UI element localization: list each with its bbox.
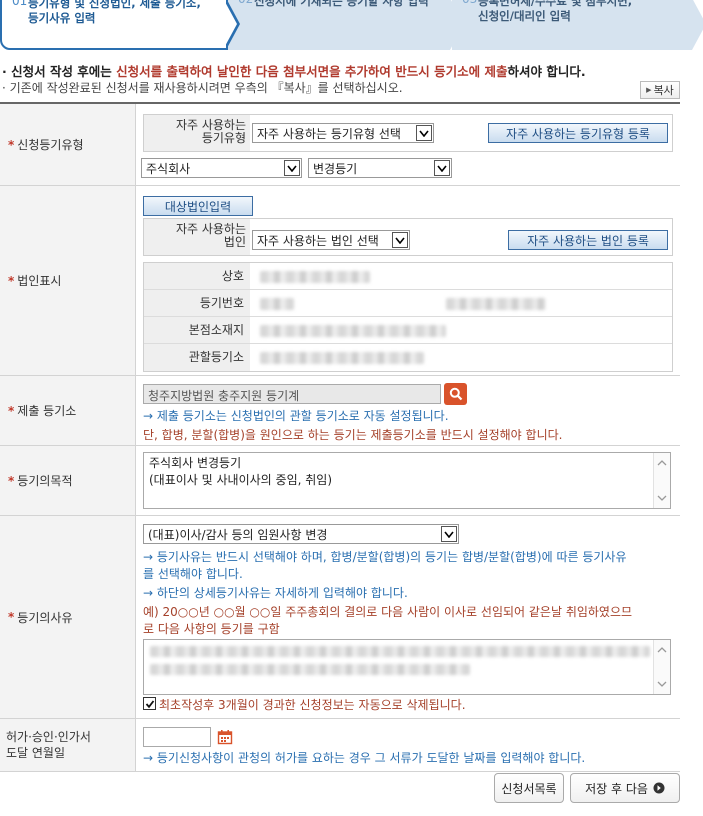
save-next-button[interactable]: 저장 후 다음	[570, 773, 680, 803]
reason-example-a: 예) 20○○년 ○○월 ○○일 주주총회의 결의로 다음 사람이 이사로 선임…	[143, 605, 633, 619]
step-2-line-1: 신청서에 기재되는 등기할 사항 입력	[254, 0, 429, 8]
row-approval-date: 허가·승인·인가서 도달 연월일 → 등기신청사항이 관청의 허가를 요하는 경…	[0, 719, 680, 772]
scrollbar[interactable]	[653, 640, 670, 694]
approval-date-note: → 등기신청사항이 관청의 허가를 요하는 경우 그 서류가 도달한 날짜를 입…	[143, 751, 586, 765]
label-reason: * 등기의사유	[0, 516, 136, 718]
label-registry-office: * 제출 등기소	[0, 376, 136, 445]
step-1-line-1: 등기유형 및 신청법인, 제출 등기소,	[28, 0, 201, 10]
corp-field-registry: 관할등기소	[144, 344, 672, 371]
auto-delete-label: 최초작성후 3개월이 경과한 신청정보는 자동으로 삭제됩니다.	[159, 698, 466, 712]
step-1-number: 01	[12, 0, 28, 8]
step-2-number: 02	[238, 0, 253, 6]
corp-field-address: 본점소재지	[144, 317, 672, 344]
submit-notice: · 신청서 작성 후에는 신청서를 출력하여 날인한 다음 첨부서면을 추가하여…	[2, 64, 586, 79]
label-approval-date: 허가·승인·인가서 도달 연월일	[0, 719, 136, 771]
approval-date-input[interactable]	[143, 727, 211, 747]
redacted-value	[260, 298, 294, 310]
step-arrow-2	[450, 0, 464, 50]
corp-field-reg-number: 등기번호	[144, 290, 672, 317]
step-3[interactable]: 03 등록면허세/수수료 및 첨부서면, 신청인/대리인 입력	[452, 0, 703, 50]
register-fav-type-button[interactable]: 자주 사용하는 등기유형 등록	[488, 123, 668, 143]
row-purpose: * 등기의목적 주식회사 변경등기 (대표이사 및 사내이사의 중임, 취임)	[0, 446, 680, 516]
row-reason: * 등기의사유 (대표)이사/감사 등의 임원사항 변경 → 등기사유는 반드시 …	[0, 516, 680, 719]
fav-type-label-2: 등기유형	[201, 131, 246, 145]
reason-note-1a: → 등기사유는 반드시 선택해야 하며, 합병/분할(합병)의 등기는 합병/분…	[143, 550, 627, 564]
registry-office-warning: 단, 합병, 분할(합병)을 원인으로 하는 등기는 제출등기소를 반드시 설정…	[143, 428, 563, 442]
triangle-right-icon: ▶	[646, 86, 652, 94]
redacted-value	[446, 298, 546, 310]
fav-corp-label-2: 법인	[223, 235, 246, 249]
redacted-value	[260, 325, 446, 337]
reason-select[interactable]: (대표)이사/감사 등의 임원사항 변경	[143, 524, 459, 544]
step-3-line-2: 신청인/대리인 입력	[478, 9, 571, 23]
redacted-value	[260, 271, 370, 283]
step-3-number: 03	[462, 0, 477, 6]
purpose-textarea[interactable]: 주식회사 변경등기 (대표이사 및 사내이사의 중임, 취임)	[143, 452, 671, 509]
redacted-value	[150, 646, 650, 657]
fav-registration-type-select[interactable]: 자주 사용하는 등기유형 선택	[252, 123, 434, 143]
registry-office-field[interactable]: 청주지방법원 충주지원 등기계	[143, 384, 441, 404]
auto-delete-checkbox[interactable]	[143, 697, 156, 710]
chevron-up-icon	[657, 460, 667, 466]
chevron-down-icon	[392, 232, 408, 248]
checkmark-icon	[145, 699, 154, 708]
application-list-button[interactable]: 신청서목록	[494, 773, 564, 803]
step-arrow-1-inner	[224, 0, 237, 48]
chevron-down-icon	[657, 495, 667, 501]
reason-example-b: 로 다음 사항의 등기를 구함	[143, 622, 280, 636]
step-1[interactable]: 01 등기유형 및 신청법인, 제출 등기소, 등기사유 입력	[0, 0, 228, 50]
row-registration-type: * 신청등기유형 자주 사용하는 등기유형 자주 사용하는 등기유형 선택 자주 …	[0, 104, 680, 186]
purpose-line-1: 주식회사 변경등기	[149, 456, 242, 470]
company-type-select[interactable]: 주식회사	[141, 158, 302, 178]
redacted-value	[150, 664, 470, 675]
reason-detail-textarea[interactable]	[143, 639, 671, 695]
arrow-right-circle-icon	[653, 782, 665, 794]
corporation-info-table: 상호 등기번호 본점소재지 관할등기소	[143, 262, 673, 372]
application-form: * 신청등기유형 자주 사용하는 등기유형 자주 사용하는 등기유형 선택 자주 …	[0, 102, 680, 772]
registration-kind-select[interactable]: 변경등기	[308, 158, 452, 178]
fav-registration-type-box: 자주 사용하는 등기유형 자주 사용하는 등기유형 선택 자주 사용하는 등기유…	[143, 114, 673, 152]
copy-button[interactable]: ▶ 복사	[640, 81, 680, 99]
redacted-value	[260, 352, 424, 364]
fav-corporation-select[interactable]: 자주 사용하는 법인 선택	[252, 230, 410, 250]
chevron-down-icon	[657, 681, 667, 687]
scrollbar[interactable]	[653, 453, 670, 508]
corp-field-name: 상호	[144, 263, 672, 290]
chevron-down-icon	[416, 125, 432, 141]
step-3-line-1: 등록면허세/수수료 및 첨부서면,	[478, 0, 633, 8]
row-corporation: * 법인표시 대상법인입력 자주 사용하는 법인 자주 사용하는 법인 선택 자주…	[0, 186, 680, 376]
reuse-notice: · 기존에 작성완료된 신청서를 재사용하시려면 우측의 『복사』를 선택하십시…	[2, 81, 403, 95]
chevron-up-icon	[657, 647, 667, 653]
step-navigation: 01 등기유형 및 신청법인, 제출 등기소, 등기사유 입력 02 신청서에 …	[0, 0, 703, 52]
submit-notice-emphasis: 신청서를 출력하여 날인한 다음 첨부서면을 추가하여 반드시 등기소에 제출	[116, 64, 508, 79]
purpose-line-2: (대표이사 및 사내이사의 중임, 취임)	[149, 473, 332, 487]
label-corporation: * 법인표시	[0, 186, 136, 375]
row-registry-office: * 제출 등기소 청주지방법원 충주지원 등기계 → 제출 등기소는 신청법인의 …	[0, 376, 680, 446]
reason-note-2: → 하단의 상세등기사유는 자세하게 입력해야 합니다.	[143, 586, 408, 600]
fav-corporation-box: 자주 사용하는 법인 자주 사용하는 법인 선택 자주 사용하는 법인 등록	[143, 218, 673, 256]
step-2[interactable]: 02 신청서에 기재되는 등기할 사항 입력	[228, 0, 450, 50]
chevron-down-icon	[434, 160, 450, 176]
register-fav-corporation-button[interactable]: 자주 사용하는 법인 등록	[508, 230, 668, 250]
reason-note-1b: 를 선택해야 합니다.	[143, 567, 243, 581]
search-button[interactable]	[444, 383, 467, 405]
target-corporation-input-button[interactable]: 대상법인입력	[143, 196, 253, 216]
chevron-down-icon	[284, 160, 300, 176]
chevron-down-icon	[441, 526, 457, 542]
step-1-line-2: 등기사유 입력	[28, 11, 96, 25]
search-icon	[449, 387, 462, 401]
calendar-icon[interactable]	[217, 729, 233, 745]
registry-office-note: → 제출 등기소는 신청법인의 관할 등기소로 자동 설정됩니다.	[143, 409, 449, 423]
label-registration-type: * 신청등기유형	[0, 104, 136, 185]
label-purpose: * 등기의목적	[0, 446, 136, 515]
